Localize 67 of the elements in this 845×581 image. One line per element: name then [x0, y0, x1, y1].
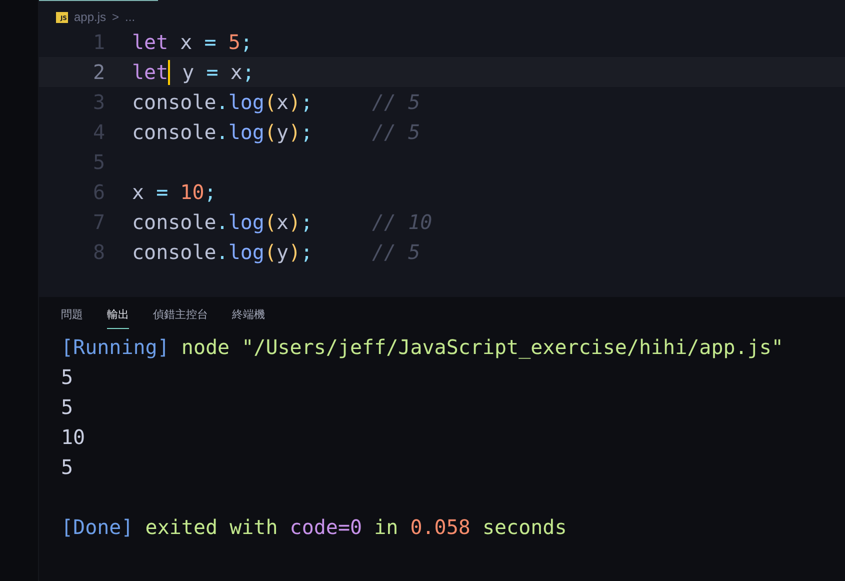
status-tag: [Running] [61, 335, 170, 359]
code-parenthesis: ) [288, 90, 301, 114]
output-value: 5 [61, 455, 74, 479]
code-identifier: y [276, 240, 289, 264]
code-punctuation: . [216, 240, 228, 264]
panel-tab[interactable]: 問題 [61, 307, 83, 329]
code-operator: = [204, 30, 216, 54]
code-comment: // 5 [372, 240, 420, 264]
code-identifier: console [132, 120, 216, 144]
code-identifier: console [132, 240, 216, 264]
output-value: 10 [61, 425, 86, 449]
code-identifier: x [179, 30, 194, 54]
code-number-literal: 5 [227, 30, 240, 54]
code-punctuation: ; [240, 30, 252, 54]
code-parenthesis: ( [264, 210, 277, 234]
code-parenthesis: ) [288, 240, 301, 264]
code-parenthesis: ) [288, 210, 301, 234]
code-parenthesis: ( [264, 90, 277, 114]
code-punctuation: . [216, 120, 228, 144]
panel-tab[interactable]: 偵錯主控台 [153, 307, 208, 329]
breadcrumb-separator: > [112, 10, 120, 24]
output-text: in [373, 515, 400, 539]
code-function-name: log [228, 240, 264, 264]
code-comment: // 5 [372, 90, 420, 114]
code-keyword: let [132, 60, 168, 84]
breadcrumb[interactable]: ... [125, 10, 136, 24]
code-identifier: console [132, 90, 216, 114]
code-number-literal: 10 [179, 180, 204, 204]
code-identifier: x [132, 180, 146, 204]
code-punctuation: ; [204, 180, 216, 204]
code-punctuation: ; [300, 120, 313, 144]
code-keyword: let [132, 30, 168, 54]
code-identifier: x [276, 210, 289, 234]
file-name: app.js [74, 10, 106, 24]
code-punctuation: ; [300, 240, 313, 264]
code-identifier: y [276, 120, 289, 144]
code-operator: = [156, 180, 168, 204]
text-cursor [168, 60, 170, 84]
code-punctuation: ; [242, 60, 254, 84]
code-identifier: x [229, 60, 242, 84]
code-punctuation: ; [300, 210, 313, 234]
code-comment: // 5 [372, 120, 420, 144]
code-parenthesis: ( [264, 240, 277, 264]
code-identifier: x [276, 90, 289, 114]
panel-tab[interactable]: 輸出 [107, 307, 129, 329]
code-function-name: log [228, 120, 264, 144]
code-comment: // 10 [372, 210, 432, 234]
output-text: seconds [481, 515, 567, 539]
status-tag: [Done] [61, 515, 134, 539]
code-operator: = [206, 60, 218, 84]
code-identifier: console [132, 210, 216, 234]
code-punctuation: ; [300, 90, 313, 114]
output-value: 5 [61, 365, 74, 389]
output-text: node "/Users/jeff/JavaScript_exercise/hihi/app.js" [180, 335, 784, 359]
code-function-name: log [228, 210, 264, 234]
code-punctuation: . [216, 90, 228, 114]
output-value: 5 [61, 395, 74, 419]
panel-tab[interactable]: 終端機 [232, 307, 265, 329]
exit-code: code=0 [290, 515, 362, 539]
code-identifier: y [181, 60, 196, 84]
code-parenthesis: ) [288, 120, 301, 144]
elapsed-time: 0.058 [410, 515, 470, 539]
code-function-name: log [228, 90, 264, 114]
code-parenthesis: ( [264, 120, 277, 144]
line-number: 2 [92, 60, 105, 84]
code-punctuation: . [216, 210, 228, 234]
output-text: exited with [144, 515, 279, 539]
